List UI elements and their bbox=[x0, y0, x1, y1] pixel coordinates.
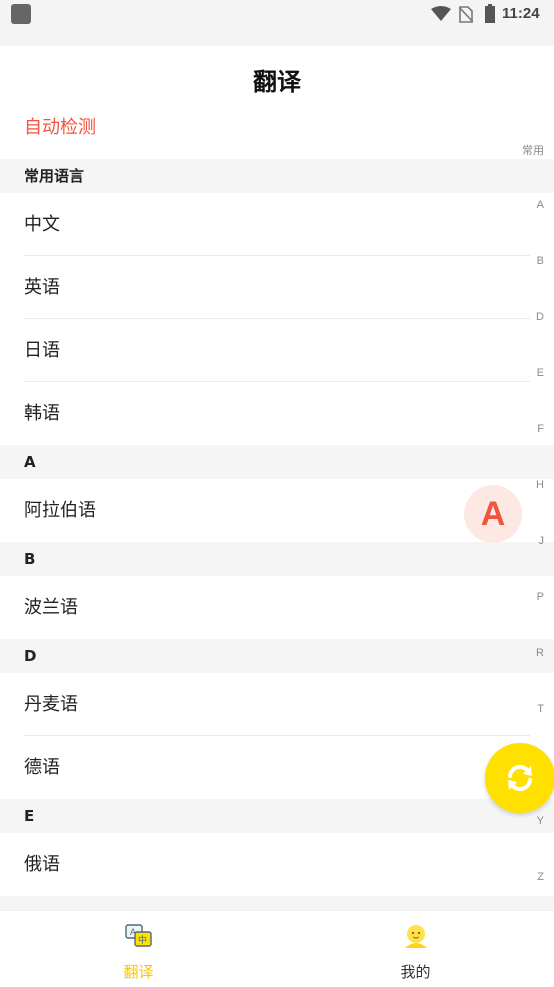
language-label: 丹麦语 bbox=[24, 694, 78, 715]
language-label: 中文 bbox=[24, 214, 60, 235]
translate-icon: A 中 bbox=[125, 924, 152, 947]
list-item[interactable]: 德语 bbox=[0, 736, 554, 799]
section-header-e: E bbox=[0, 799, 554, 833]
list-item[interactable]: 俄语 bbox=[0, 833, 554, 896]
list-item[interactable]: 英语 bbox=[0, 256, 554, 319]
language-label: 波兰语 bbox=[24, 597, 78, 618]
tab-mine[interactable]: 我的 bbox=[277, 911, 554, 987]
list-item[interactable]: 中文 bbox=[0, 193, 554, 256]
index-letter[interactable]: Y bbox=[537, 815, 544, 827]
index-letter[interactable]: F bbox=[537, 423, 544, 435]
language-label: 俄语 bbox=[24, 854, 60, 875]
section-header-a: A bbox=[0, 445, 554, 479]
index-letter[interactable]: R bbox=[536, 647, 544, 659]
language-label: 韩语 bbox=[24, 403, 60, 424]
section-header-d: D bbox=[0, 639, 554, 673]
language-list: 常用语言 中文 英语 日语 韩语 A 阿拉伯语 B 波兰语 D 丹麦语 德语 E… bbox=[0, 159, 554, 930]
status-time: 11:24 bbox=[502, 5, 540, 22]
language-label: 德语 bbox=[24, 757, 60, 778]
section-header-b: B bbox=[0, 542, 554, 576]
auto-detect-option[interactable]: 自动检测 bbox=[24, 113, 96, 139]
list-item[interactable]: 丹麦语 bbox=[0, 673, 554, 736]
swap-arrows-icon bbox=[508, 764, 532, 792]
index-letter[interactable]: Z bbox=[537, 871, 544, 883]
list-item[interactable]: 韩语 bbox=[0, 382, 554, 445]
index-letter[interactable]: J bbox=[539, 535, 545, 547]
page-title: 翻译 bbox=[253, 68, 301, 96]
list-item[interactable]: 日语 bbox=[0, 319, 554, 382]
wifi-icon bbox=[431, 6, 451, 21]
index-letter-common[interactable]: 常用 bbox=[522, 142, 544, 158]
index-letter[interactable]: D bbox=[536, 311, 544, 323]
index-letter[interactable]: P bbox=[537, 591, 544, 603]
tab-mine-label: 我的 bbox=[400, 963, 431, 981]
index-letter[interactable]: H bbox=[536, 479, 544, 491]
index-letter[interactable]: E bbox=[537, 367, 544, 379]
language-label: 阿拉伯语 bbox=[24, 500, 96, 521]
swap-languages-button[interactable] bbox=[485, 743, 554, 813]
index-letter[interactable]: A bbox=[537, 199, 544, 211]
svg-text:中: 中 bbox=[138, 934, 147, 946]
no-sim-icon bbox=[459, 6, 473, 23]
tab-translate-label: 翻译 bbox=[123, 963, 154, 981]
app-notification-icon bbox=[11, 4, 31, 24]
status-bar: 11:24 bbox=[0, 0, 554, 46]
index-letter[interactable]: B bbox=[537, 255, 544, 267]
index-letter[interactable]: T bbox=[537, 703, 544, 715]
header: 翻译 bbox=[0, 46, 554, 110]
bottom-navigation: A 中 翻译 我的 bbox=[0, 910, 554, 987]
list-item[interactable]: 波兰语 bbox=[0, 576, 554, 639]
index-popup-letter: A bbox=[464, 485, 522, 543]
language-label: 英语 bbox=[24, 277, 60, 298]
language-label: 日语 bbox=[24, 340, 60, 361]
user-face-icon bbox=[405, 925, 427, 948]
tab-translate[interactable]: A 中 翻译 bbox=[0, 911, 277, 987]
section-header-common: 常用语言 bbox=[0, 159, 554, 193]
battery-icon bbox=[485, 4, 495, 23]
